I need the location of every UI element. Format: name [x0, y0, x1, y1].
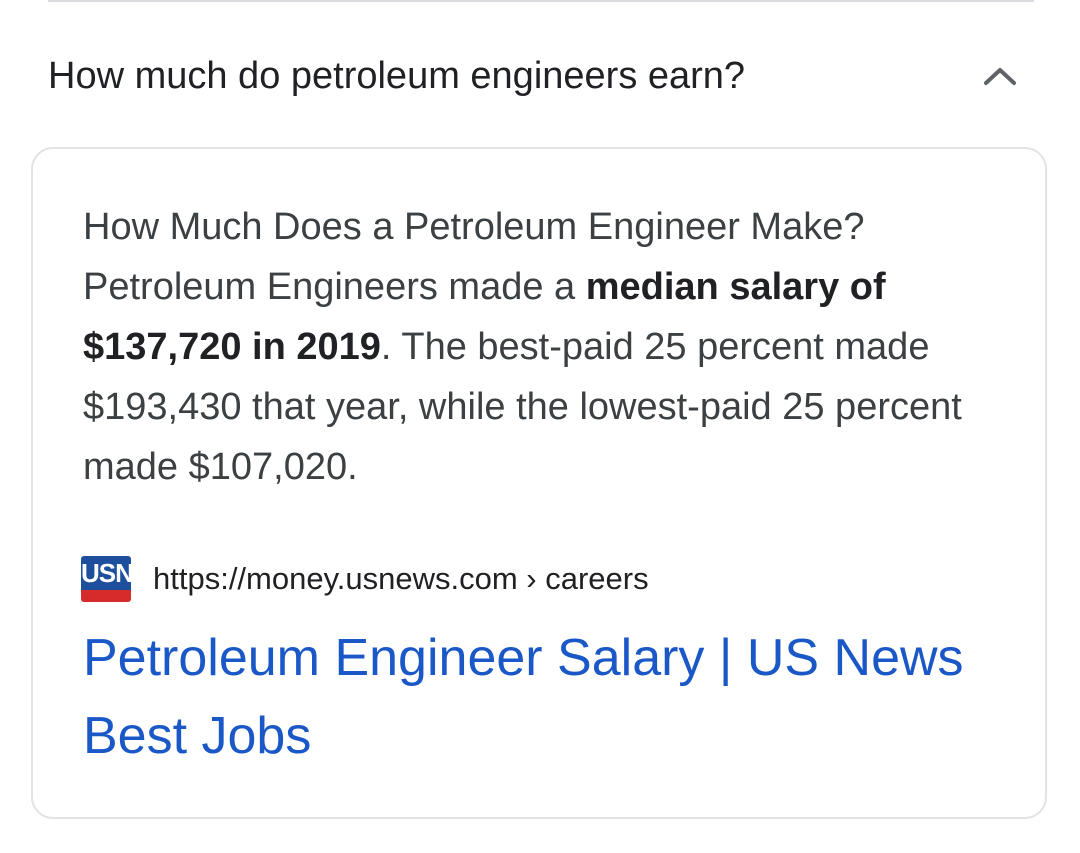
- faq-question-toggle[interactable]: How much do petroleum engineers earn?: [48, 48, 1034, 104]
- top-divider: [48, 0, 1034, 2]
- source-url[interactable]: https://money.usnews.com › careers: [153, 561, 649, 597]
- faq-question-text: How much do petroleum engineers earn?: [48, 54, 746, 97]
- favicon-text: USN: [81, 556, 131, 590]
- result-title-link[interactable]: Petroleum Engineer Salary | US News Best…: [83, 619, 983, 775]
- usnews-logo-icon: USN: [81, 556, 131, 602]
- chevron-up-icon[interactable]: [980, 56, 1020, 96]
- source-row[interactable]: USN https://money.usnews.com › careers: [81, 555, 649, 603]
- favicon-stripe: [81, 590, 131, 602]
- answer-card: How Much Does a Petroleum Engineer Make?…: [31, 147, 1047, 819]
- answer-snippet: How Much Does a Petroleum Engineer Make?…: [83, 197, 983, 497]
